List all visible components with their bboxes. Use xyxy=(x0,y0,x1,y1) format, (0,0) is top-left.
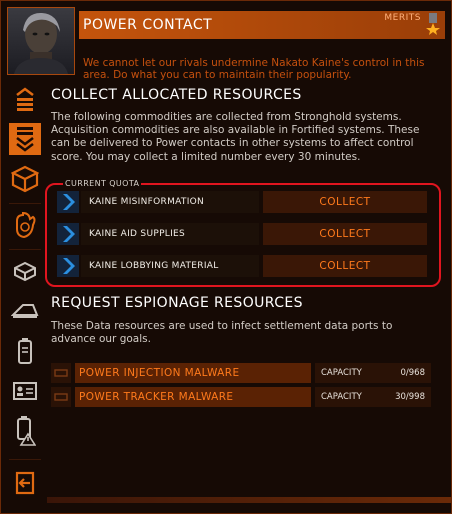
capacity-label: CAPACITY xyxy=(321,368,362,378)
collect-button[interactable]: COLLECT xyxy=(263,191,427,213)
chevron-right-icon xyxy=(57,255,79,277)
capacity-value: 30/998 xyxy=(395,392,425,402)
data-chip-icon xyxy=(51,363,71,383)
capacity-cell: CAPACITY 30/998 xyxy=(315,387,431,407)
sidebar-item-warning[interactable] xyxy=(9,415,41,447)
sidebar-item-collect[interactable] xyxy=(9,123,41,155)
quota-label: CURRENT QUOTA xyxy=(63,179,142,188)
stacked-chevrons-up-icon xyxy=(14,86,36,112)
sidebar xyxy=(5,81,45,511)
sidebar-divider xyxy=(9,203,41,204)
power-contact-window: POWER CONTACT MERITS We cannot let our r… xyxy=(0,0,452,514)
ship-icon xyxy=(11,301,39,321)
malware-name[interactable]: POWER INJECTION MALWARE xyxy=(75,363,311,383)
cube-icon xyxy=(11,165,39,193)
box-icon xyxy=(12,260,38,282)
sidebar-divider xyxy=(9,249,41,250)
canister-icon xyxy=(16,337,34,365)
capacity-label: CAPACITY xyxy=(321,392,362,402)
resource-row: KAINE LOBBYING MATERIAL COLLECT xyxy=(57,255,429,277)
resource-row: KAINE MISINFORMATION COLLECT xyxy=(57,191,429,213)
chevron-right-icon xyxy=(57,223,79,245)
merits-label: MERITS xyxy=(384,13,421,23)
chevron-right-icon xyxy=(57,191,79,213)
collect-button[interactable]: COLLECT xyxy=(263,223,427,245)
merits-icon[interactable] xyxy=(425,13,441,35)
hand-icon xyxy=(12,211,38,239)
capacity-value: 0/968 xyxy=(400,368,426,378)
collect-description: The following commodities are collected … xyxy=(51,111,420,163)
espionage-description: These Data resources are used to infect … xyxy=(51,320,393,346)
resource-row: KAINE AID SUPPLIES COLLECT xyxy=(57,223,429,245)
sidebar-item-exit[interactable] xyxy=(9,467,41,499)
sidebar-item-ship[interactable] xyxy=(9,295,41,327)
malware-row[interactable]: POWER TRACKER MALWARE CAPACITY 30/998 xyxy=(51,387,431,407)
id-card-icon xyxy=(12,380,38,402)
data-chip-icon xyxy=(51,387,71,407)
sidebar-item-id[interactable] xyxy=(9,375,41,407)
resource-name: KAINE AID SUPPLIES xyxy=(89,229,186,239)
resource-name-cell: KAINE AID SUPPLIES xyxy=(81,223,259,245)
contact-message: We cannot let our rivals undermine Nakat… xyxy=(83,57,425,81)
sidebar-item-cargo[interactable] xyxy=(9,163,41,195)
resource-name-cell: KAINE LOBBYING MATERIAL xyxy=(81,255,259,277)
header-bar: POWER CONTACT MERITS xyxy=(79,11,445,39)
malware-row[interactable]: POWER INJECTION MALWARE CAPACITY 0/968 xyxy=(51,363,431,383)
resource-name-cell: KAINE MISINFORMATION xyxy=(81,191,259,213)
collect-button[interactable]: COLLECT xyxy=(263,255,427,277)
resource-name: KAINE MISINFORMATION xyxy=(89,197,205,207)
contact-portrait xyxy=(7,7,75,75)
bottom-bar xyxy=(47,497,451,503)
espionage-section-title: REQUEST ESPIONAGE RESOURCES xyxy=(51,295,303,311)
collect-section-title: COLLECT ALLOCATED RESOURCES xyxy=(51,87,302,103)
sidebar-item-canister[interactable] xyxy=(9,335,41,367)
sidebar-item-hand[interactable] xyxy=(9,209,41,241)
chevrons-down-icon xyxy=(14,126,36,152)
resource-name: KAINE LOBBYING MATERIAL xyxy=(89,261,219,271)
exit-icon xyxy=(13,471,37,495)
sidebar-item-stack[interactable] xyxy=(9,83,41,115)
sidebar-divider xyxy=(9,459,41,460)
warning-canister-icon xyxy=(14,416,36,446)
sidebar-item-material[interactable] xyxy=(9,255,41,287)
page-title: POWER CONTACT xyxy=(83,17,213,33)
capacity-cell: CAPACITY 0/968 xyxy=(315,363,431,383)
malware-name[interactable]: POWER TRACKER MALWARE xyxy=(75,387,311,407)
